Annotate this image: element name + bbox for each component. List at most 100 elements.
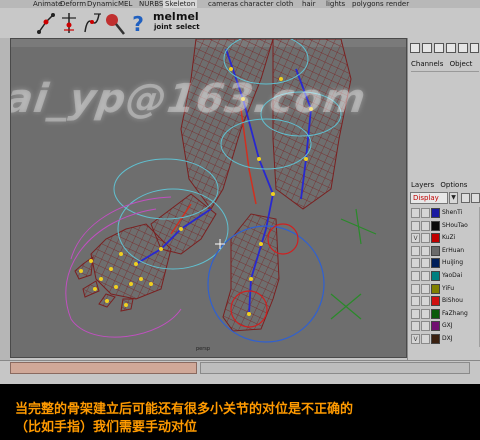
channels-menu[interactable]: Channels [411, 60, 443, 68]
layer-visibility-toggle[interactable]: V [411, 233, 420, 244]
new-layer-selected-icon[interactable] [471, 193, 480, 203]
tab-animate[interactable]: Animate [33, 0, 62, 8]
layer-name: ErHuan [442, 246, 465, 254]
move-cursor-icon [215, 239, 225, 249]
mel-select-button[interactable]: mel select [176, 10, 200, 37]
layer-display-type-toggle[interactable] [421, 296, 430, 307]
joint-tool-icon[interactable] [35, 10, 57, 36]
tool-settings-icon[interactable] [434, 43, 444, 53]
mel-glyph: mel [153, 10, 176, 23]
layer-color-swatch[interactable] [431, 308, 440, 319]
ik-handle-icon[interactable] [58, 10, 80, 36]
mel-joint-button[interactable]: mel joint [153, 10, 176, 37]
layer-color-swatch[interactable] [431, 283, 440, 294]
layer-visibility-toggle[interactable] [411, 321, 420, 332]
channel-box-icon[interactable] [410, 43, 420, 53]
layer-color-swatch[interactable] [431, 334, 440, 344]
layer-display-type-toggle[interactable] [421, 308, 430, 319]
layer-editor-icon[interactable] [446, 43, 456, 53]
shelf: ? mel joint mel select [0, 8, 480, 39]
layer-visibility-toggle[interactable] [411, 271, 420, 281]
layer-row[interactable]: BiShou [411, 296, 479, 307]
range-slider[interactable] [200, 362, 470, 374]
layer-visibility-toggle[interactable] [411, 208, 420, 218]
layer-display-type-toggle[interactable] [421, 208, 430, 218]
layer-display-type-toggle[interactable] [421, 334, 430, 344]
layer-display-type-toggle[interactable] [421, 220, 430, 231]
paint-weights-icon[interactable] [104, 10, 126, 36]
layer-visibility-toggle[interactable] [411, 308, 420, 319]
caption-line-1: 当完整的骨架建立后可能还有很多小关节的对位是不正确的 [15, 402, 354, 417]
tab-cloth[interactable]: cloth [276, 0, 293, 8]
layer-display-type-toggle[interactable] [421, 245, 430, 256]
layer-name: BiShou [442, 297, 463, 305]
options-menu[interactable]: Options [440, 181, 467, 189]
channel-box-panel: Channels Object Layers Options Display ▼… [407, 38, 480, 360]
layer-color-swatch[interactable] [431, 271, 440, 281]
perspective-viewport[interactable]: ai_yp@163.com persp [10, 38, 407, 358]
channels-menu-bar: Channels Object [408, 60, 480, 69]
layer-display-type-toggle[interactable] [421, 283, 430, 294]
attribute-editor-icon[interactable] [422, 43, 432, 53]
layer-row[interactable]: ShenTi [411, 208, 479, 219]
object-menu[interactable]: Object [450, 60, 473, 68]
layer-display-type-toggle[interactable] [421, 233, 430, 244]
new-layer-icon[interactable] [461, 193, 470, 203]
locator-markers [330, 208, 377, 320]
layer-color-swatch[interactable] [431, 321, 440, 332]
tab-skeleton[interactable]: Skeleton [163, 0, 198, 8]
layer-row[interactable]: ErHuan [411, 245, 479, 257]
ik-spline-icon[interactable] [81, 10, 103, 36]
outliner-icon[interactable] [458, 43, 468, 53]
layer-visibility-toggle[interactable] [411, 220, 420, 231]
layer-display-type-toggle[interactable] [421, 271, 430, 281]
tab-deform[interactable]: Deform [60, 0, 86, 8]
layer-row[interactable]: V DXJ [411, 334, 479, 345]
layer-visibility-toggle[interactable] [411, 296, 420, 307]
layer-visibility-toggle[interactable] [411, 283, 420, 294]
layer-row[interactable]: YiFu [411, 283, 479, 295]
tab-cameras[interactable]: cameras [208, 0, 238, 8]
camera-label: persp [196, 346, 211, 352]
tab-polygons[interactable]: polygons [352, 0, 384, 8]
layer-color-swatch[interactable] [431, 208, 440, 218]
layer-color-swatch[interactable] [431, 296, 440, 307]
panel-toggle-icon[interactable] [470, 43, 479, 53]
mel-glyph: mel [176, 10, 199, 23]
tab-hair[interactable]: hair [302, 0, 316, 8]
help-icon[interactable]: ? [127, 10, 149, 36]
panel-toolbar [408, 38, 480, 58]
layer-display-type-toggle[interactable] [421, 321, 430, 332]
layer-row[interactable]: HuiJing [411, 258, 479, 269]
tab-lights[interactable]: lights [326, 0, 345, 8]
tab-nurbs[interactable]: NURBS [139, 0, 163, 8]
layer-visibility-toggle[interactable]: V [411, 334, 420, 344]
layer-name: FaZhang [442, 309, 468, 317]
caption-line-2: （比如手指）我们需要手动对位 [15, 420, 198, 435]
layer-name: ShenTi [442, 209, 463, 216]
time-slider[interactable] [10, 362, 197, 374]
layer-row[interactable]: V KuZi [411, 233, 479, 244]
layer-color-swatch[interactable] [431, 245, 440, 256]
layer-visibility-toggle[interactable] [411, 258, 420, 269]
layer-row[interactable]: FaZhang [411, 308, 479, 320]
tab-dynamic[interactable]: Dynamic [87, 0, 118, 8]
layer-visibility-toggle[interactable] [411, 245, 420, 256]
layers-menu[interactable]: Layers [411, 181, 434, 189]
layer-color-swatch[interactable] [431, 258, 440, 269]
tab-character[interactable]: character [240, 0, 274, 8]
mel-joint-label: joint [154, 23, 172, 31]
layer-color-swatch[interactable] [431, 233, 440, 244]
tab-mel[interactable]: MEL [118, 0, 132, 8]
layer-display-type-toggle[interactable] [421, 258, 430, 269]
layer-name: GXJ [442, 322, 453, 330]
display-dropdown[interactable]: Display [410, 192, 448, 204]
layer-row[interactable]: GXJ [411, 321, 479, 332]
layer-row[interactable]: SHouTao [411, 220, 479, 232]
chevron-down-icon[interactable]: ▼ [449, 192, 458, 204]
tab-render[interactable]: render [386, 0, 409, 8]
mel-select-label: select [176, 23, 200, 31]
layer-row[interactable]: YaoDai [411, 271, 479, 282]
hand-mesh [74, 193, 217, 312]
layer-color-swatch[interactable] [431, 220, 440, 231]
